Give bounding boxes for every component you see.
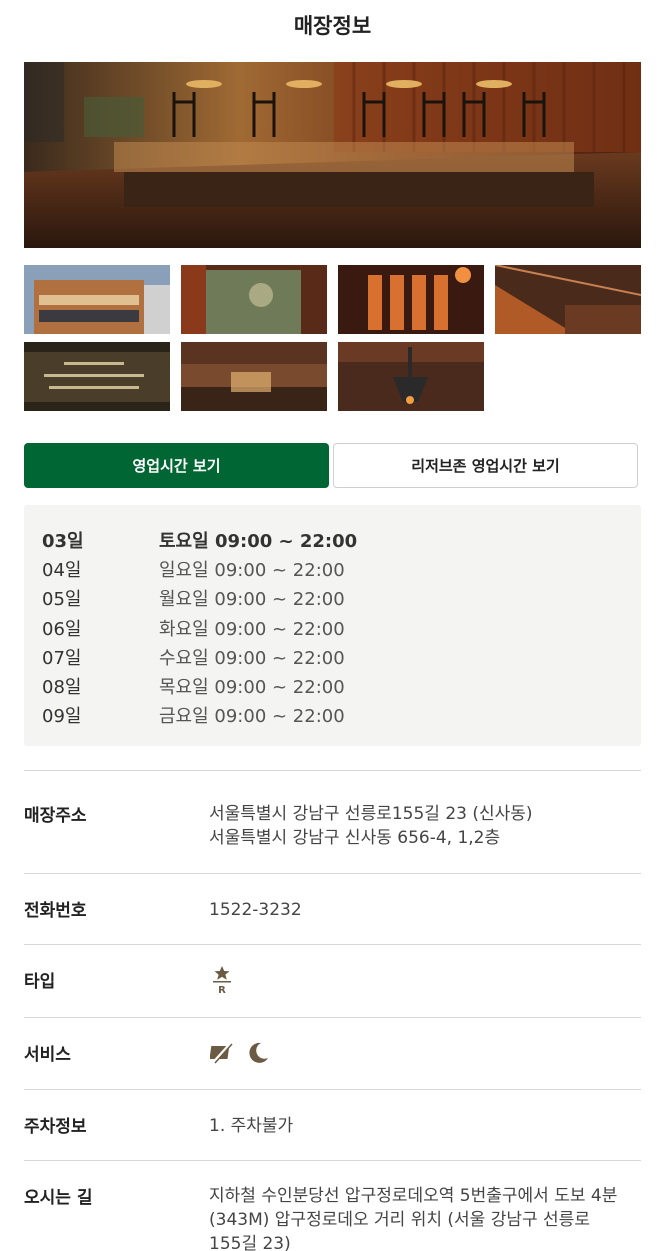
address-lot: 서울특별시 강남구 신사동 656-4, 1,2층 xyxy=(209,828,501,848)
hours-time: 화요일 09:00 ~ 22:00 xyxy=(159,618,345,640)
hero-store-photo[interactable] xyxy=(24,62,641,248)
directions-line: 155길 23) xyxy=(209,1234,291,1251)
thumbnail-green-wall[interactable] xyxy=(181,265,327,334)
reserve-hours-button[interactable]: 리저브존 영업시간 보기 xyxy=(333,443,638,488)
thumbnail-fireplace[interactable] xyxy=(338,342,484,411)
directions-line: 지하철 수인분당선 압구정로데오역 5번출구에서 도보 4분 xyxy=(209,1186,618,1206)
hours-day: 09일 xyxy=(42,706,82,728)
divider xyxy=(24,944,641,945)
divider xyxy=(24,1089,641,1090)
hours-panel: 03일 토요일 09:00 ~ 22:00 04일 일요일 09:00 ~ 22:0… xyxy=(24,505,641,746)
service-label: 서비스 xyxy=(24,1045,71,1065)
directions-value: 지하철 수인분당선 압구정로데오역 5번출구에서 도보 4분 (343M) 압구… xyxy=(209,1184,617,1251)
hours-time: 월요일 09:00 ~ 22:00 xyxy=(159,589,345,611)
night-moon-icon xyxy=(249,1042,268,1063)
hours-row: 07일 수요일 09:00 ~ 22:00 xyxy=(42,642,623,671)
divider xyxy=(24,1160,641,1161)
divider xyxy=(24,1017,641,1018)
phone-label: 전화번호 xyxy=(24,901,87,921)
hours-day: 08일 xyxy=(42,677,82,699)
hours-day: 04일 xyxy=(42,559,82,581)
hours-row: 08일 목요일 09:00 ~ 22:00 xyxy=(42,671,623,700)
hours-row: 06일 화요일 09:00 ~ 22:00 xyxy=(42,613,623,642)
address-value: 서울특별시 강남구 선릉로155길 23 (신사동) 서울특별시 강남구 신사동… xyxy=(209,802,533,850)
divider xyxy=(24,873,641,874)
thumbnail-sign-wall[interactable] xyxy=(24,342,170,411)
hours-day: 05일 xyxy=(42,589,82,611)
reserve-r-text: R xyxy=(218,985,226,994)
phone-value[interactable]: 1522-3232 xyxy=(209,898,302,922)
address-road: 서울특별시 강남구 선릉로155길 23 (신사동) xyxy=(209,804,533,824)
divider xyxy=(24,770,641,771)
hours-day: 07일 xyxy=(42,647,82,669)
hours-time: 금요일 09:00 ~ 22:00 xyxy=(159,706,345,728)
address-label: 매장주소 xyxy=(24,806,87,826)
hours-day: 03일 xyxy=(42,530,84,552)
service-icons xyxy=(210,1041,270,1065)
directions-line: (343M) 압구정로데오 거리 위치 (서울 강남구 선릉로 xyxy=(209,1210,590,1230)
page-title: 매장정보 xyxy=(293,14,372,38)
parking-value: 1. 주차불가 xyxy=(209,1116,294,1136)
hours-time: 수요일 09:00 ~ 22:00 xyxy=(159,647,345,669)
hours-row: 04일 일요일 09:00 ~ 22:00 xyxy=(42,554,623,583)
directions-label: 오시는 길 xyxy=(24,1188,93,1208)
hours-day: 06일 xyxy=(42,618,82,640)
no-parking-flag-icon xyxy=(210,1041,233,1065)
thumbnail-shelves[interactable] xyxy=(338,265,484,334)
hours-time: 일요일 09:00 ~ 22:00 xyxy=(159,559,345,581)
type-label: 타입 xyxy=(24,972,56,992)
reserve-star-icon: R xyxy=(211,966,233,994)
hours-time: 목요일 09:00 ~ 22:00 xyxy=(159,677,345,699)
thumbnail-exterior[interactable] xyxy=(24,265,170,334)
hours-row: 05일 월요일 09:00 ~ 22:00 xyxy=(42,584,623,613)
hours-time: 토요일 09:00 ~ 22:00 xyxy=(159,530,358,552)
parking-label: 주차정보 xyxy=(24,1117,87,1137)
hours-row: 03일 토요일 09:00 ~ 22:00 xyxy=(42,525,623,554)
thumbnail-seating[interactable] xyxy=(181,342,327,411)
business-hours-button[interactable]: 영업시간 보기 xyxy=(24,443,329,488)
thumbnail-stairs[interactable] xyxy=(495,265,641,334)
hours-row: 09일 금요일 09:00 ~ 22:00 xyxy=(42,701,623,730)
